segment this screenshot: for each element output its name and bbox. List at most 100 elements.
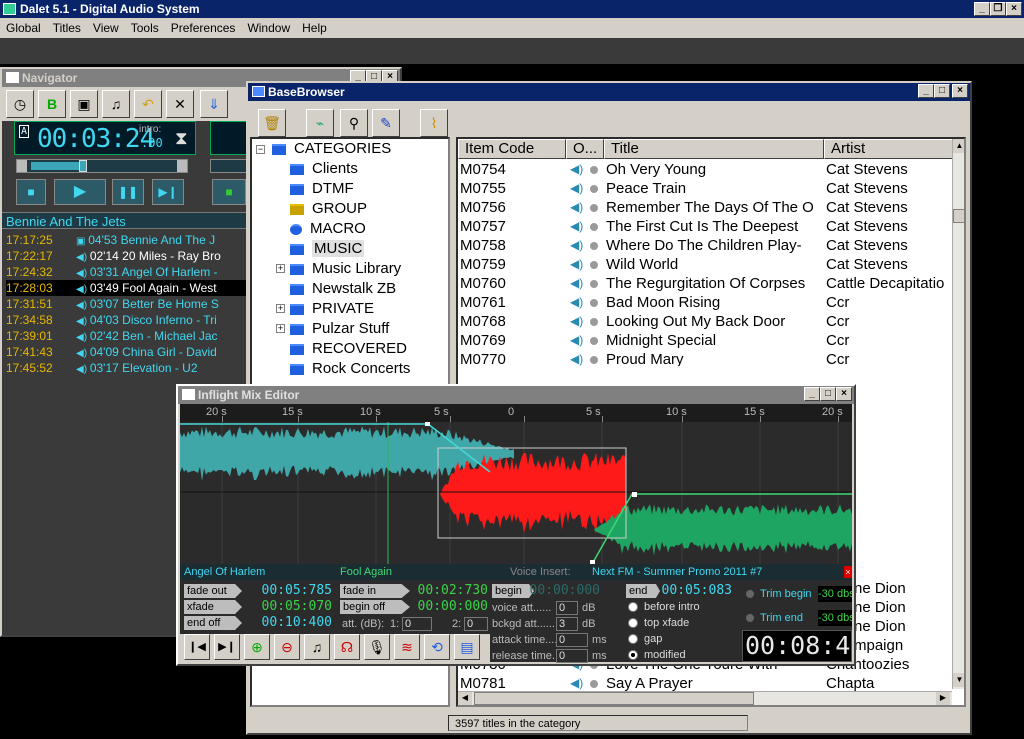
close-button[interactable]: × bbox=[1006, 2, 1022, 16]
voice-remove-icon[interactable]: × bbox=[844, 566, 852, 578]
table-row[interactable]: M0758 ◀) Where Do The Children Play- Cat St… bbox=[458, 236, 958, 255]
table-row[interactable]: M0754 ◀) Oh Very Young Cat Stevens bbox=[458, 160, 958, 179]
grid-vertical-scrollbar[interactable]: ▲ ▼ bbox=[952, 139, 964, 689]
scroll-down-arrow[interactable]: ▼ bbox=[953, 673, 964, 687]
slider-right-arrow[interactable] bbox=[177, 160, 187, 172]
radio-top-xfade[interactable] bbox=[628, 618, 638, 628]
mix-editor-titlebar[interactable]: Inflight Mix Editor _ □ × bbox=[178, 386, 854, 404]
table-row[interactable]: M0768 ◀) Looking Out My Back Door Ccr bbox=[458, 312, 958, 331]
end-value[interactable]: 00:05:083 bbox=[652, 583, 732, 598]
tree-item-macro[interactable]: MACRO bbox=[290, 219, 366, 239]
down-arrow-icon[interactable]: ⇓ bbox=[200, 90, 228, 118]
fade-in-value[interactable]: 00:02:730 bbox=[406, 583, 488, 598]
pause-button[interactable]: ❚❚ bbox=[112, 179, 144, 205]
tree-item-music-library[interactable]: Music Library bbox=[290, 259, 401, 279]
end-off-value[interactable]: 00:10:400 bbox=[250, 615, 332, 630]
radio-gap[interactable] bbox=[628, 634, 638, 644]
menu-window[interactable]: Window bbox=[241, 21, 296, 35]
expand-music-library-toggle[interactable]: + bbox=[276, 264, 285, 273]
tree-item-recovered[interactable]: RECOVERED bbox=[290, 339, 407, 359]
table-row[interactable]: M0755 ◀) Peace Train Cat Stevens bbox=[458, 179, 958, 198]
expand-private-toggle[interactable]: + bbox=[276, 304, 285, 313]
cart-icon[interactable]: ▣ bbox=[70, 90, 98, 118]
trim-begin-value[interactable]: -30 dbs bbox=[818, 586, 852, 602]
minimize-button[interactable]: _ bbox=[974, 2, 990, 16]
playlist-row[interactable]: 17:39:01 ◀) 02'42 Ben - Michael Jac bbox=[6, 328, 248, 344]
trash-icon[interactable]: 🗑 bbox=[258, 109, 286, 137]
mix-minimize-button[interactable]: _ bbox=[804, 387, 820, 401]
tools-icon[interactable]: ✕ bbox=[166, 90, 194, 118]
mix-close-button[interactable]: × bbox=[836, 387, 852, 401]
next-button[interactable]: ▶❙ bbox=[152, 179, 184, 205]
menu-view[interactable]: View bbox=[87, 21, 125, 35]
go-next-icon[interactable]: ▶❙ bbox=[214, 634, 240, 660]
playlist-row[interactable]: 17:24:32 ◀) 03'31 Angel Of Harlem - bbox=[6, 264, 248, 280]
table-row[interactable]: M0756 ◀) Remember The Days Of The O Cat Ste… bbox=[458, 198, 958, 217]
menu-help[interactable]: Help bbox=[296, 21, 333, 35]
waveform-view[interactable] bbox=[180, 422, 852, 564]
tree-item-private[interactable]: PRIVATE bbox=[290, 299, 374, 319]
broom-icon[interactable]: ⌇ bbox=[420, 109, 448, 137]
tree-item-rock-concerts[interactable]: Rock Concerts bbox=[290, 359, 410, 379]
save-icon[interactable]: ▤ bbox=[454, 634, 480, 660]
pen-icon[interactable]: ✎ bbox=[372, 109, 400, 137]
voice-att-input[interactable]: 0 bbox=[556, 601, 578, 615]
ear-icon[interactable]: ♫ bbox=[102, 90, 130, 118]
xfade-value[interactable]: 00:05:070 bbox=[250, 599, 332, 614]
att1-input[interactable]: 0 bbox=[402, 617, 432, 631]
playlist-row[interactable]: 17:22:17 ◀) 02'14 20 Miles - Ray Bro bbox=[6, 248, 248, 264]
scroll-up-arrow[interactable]: ▲ bbox=[953, 139, 964, 153]
fade-out-handle[interactable] bbox=[425, 422, 430, 426]
trim-end-value[interactable]: -30 dbs bbox=[818, 610, 852, 626]
tree-item-music[interactable]: MUSIC bbox=[290, 239, 365, 259]
menu-tools[interactable]: Tools bbox=[125, 21, 165, 35]
listen-icon[interactable]: ♫ bbox=[304, 634, 330, 660]
table-row[interactable]: M0769 ◀) Midnight Special Ccr bbox=[458, 331, 958, 350]
tree-item-clients[interactable]: Clients bbox=[290, 159, 358, 179]
waveform-icon[interactable]: ≋ bbox=[394, 634, 420, 660]
loop-icon[interactable]: ⟲ bbox=[424, 634, 450, 660]
grid-horizontal-scrollbar[interactable]: ◀ ▶ bbox=[458, 691, 952, 705]
tree-item-categories[interactable]: CATEGORIES bbox=[272, 139, 391, 159]
column-o[interactable]: O... bbox=[566, 139, 604, 159]
scroll-thumb[interactable] bbox=[953, 209, 964, 223]
menu-global[interactable]: Global bbox=[0, 21, 47, 35]
begin-off-value[interactable]: 00:00:000 bbox=[406, 599, 488, 614]
table-row[interactable]: M0760 ◀) The Regurgitation Of Corpses Cattl… bbox=[458, 274, 958, 293]
basebrowser-titlebar[interactable]: BaseBrowser _ □ × bbox=[248, 83, 970, 101]
microphone-icon[interactable]: 🎙 bbox=[364, 634, 390, 660]
tree-item-dtmf[interactable]: DTMF bbox=[290, 179, 354, 199]
next-stop-button[interactable]: ■ bbox=[212, 179, 246, 205]
stop-button[interactable]: ■ bbox=[16, 179, 46, 205]
bckgd-att-input[interactable]: 3 bbox=[556, 617, 578, 631]
b-cart-icon[interactable]: B bbox=[38, 90, 66, 118]
scroll-left-arrow[interactable]: ◀ bbox=[458, 692, 472, 705]
chart-edit-icon[interactable]: ⌁ bbox=[306, 109, 334, 137]
table-row[interactable]: M0759 ◀) Wild World Cat Stevens bbox=[458, 255, 958, 274]
return-arrow-icon[interactable]: ↶ bbox=[134, 90, 162, 118]
playlist-row[interactable]: 17:34:58 ◀) 04'03 Disco Inferno - Tri bbox=[6, 312, 248, 328]
fade-in-handle[interactable] bbox=[632, 492, 637, 497]
zoom-out-icon[interactable]: ⊖ bbox=[274, 634, 300, 660]
clock-icon[interactable]: ◷ bbox=[6, 90, 34, 118]
radio-before-intro[interactable] bbox=[628, 602, 638, 612]
att2-input[interactable]: 0 bbox=[464, 617, 488, 631]
playlist-row[interactable]: 17:31:51 ◀) 03'07 Better Be Home S bbox=[6, 296, 248, 312]
trim-end-radio[interactable] bbox=[746, 614, 754, 622]
release-time-input[interactable]: 0 bbox=[556, 649, 588, 663]
table-row[interactable]: M0757 ◀) The First Cut Is The Deepest Cat S… bbox=[458, 217, 958, 236]
slider-left-arrow[interactable] bbox=[17, 160, 27, 172]
attack-time-input[interactable]: 0 bbox=[556, 633, 588, 647]
column-item-code[interactable]: Item Code bbox=[458, 139, 566, 159]
restore-button[interactable]: ❐ bbox=[990, 2, 1006, 16]
mix-maximize-button[interactable]: □ bbox=[820, 387, 836, 401]
trim-begin-radio[interactable] bbox=[746, 590, 754, 598]
column-title[interactable]: Title bbox=[604, 139, 824, 159]
menu-titles[interactable]: Titles bbox=[47, 21, 87, 35]
go-start-icon[interactable]: ❙◀ bbox=[184, 634, 210, 660]
collapse-categories-toggle[interactable]: − bbox=[256, 145, 265, 154]
basebrowser-close-button[interactable]: × bbox=[952, 84, 968, 98]
slider-thumb[interactable] bbox=[79, 160, 87, 172]
playlist-row[interactable]: 17:45:52 ◀) 03'17 Elevation - U2 bbox=[6, 360, 248, 376]
binoculars-icon[interactable]: ⚲ bbox=[340, 109, 368, 137]
